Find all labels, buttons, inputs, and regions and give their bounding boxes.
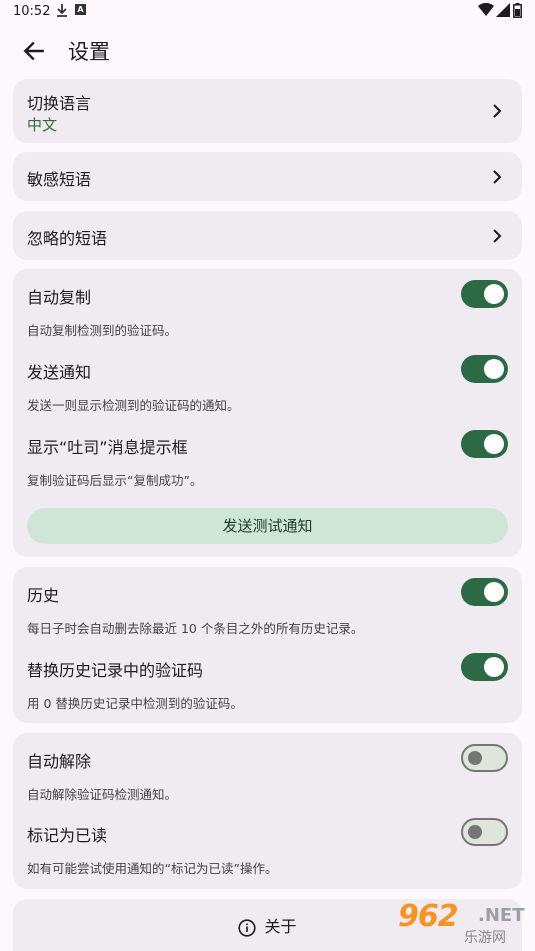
auto-copy-switch[interactable] (461, 280, 508, 308)
about-label: 关于 (264, 917, 297, 936)
show-toast-title: 显示“吐司”消息提示框 (27, 438, 188, 457)
chevron-right-icon (493, 170, 502, 184)
watermark-number: 962 (398, 899, 459, 934)
watermark-text: 乐游网 (464, 930, 506, 946)
language-label: 切换语言 (27, 94, 92, 113)
download-icon (57, 4, 67, 17)
auto-dismiss-title: 自动解除 (27, 752, 92, 771)
sensitive-phrases-label: 敏感短语 (27, 170, 92, 189)
page-title: 设置 (68, 40, 110, 64)
history-switch[interactable] (461, 578, 508, 606)
auto-dismiss-desc: 自动解除验证码检测通知。 (27, 787, 178, 802)
sensitive-phrases-setting[interactable]: 敏感短语 (13, 152, 522, 201)
replace-code-switch[interactable] (461, 653, 508, 681)
dismiss-settings-group: 自动解除 自动解除验证码检测通知。 标记为已读 如有可能尝试使用通知的“标记为已… (13, 733, 522, 889)
mark-read-title: 标记为已读 (27, 826, 108, 845)
mark-read-switch[interactable] (461, 818, 508, 846)
history-settings-group: 历史 每日子时会自动删去除最近 10 个条目之外的所有历史记录。 替换历史记录中… (13, 567, 522, 723)
signal-icon (496, 3, 510, 17)
watermark-logo: 962 .NET 乐游网 (394, 899, 532, 947)
mark-read-desc: 如有可能尝试使用通知的“标记为已读”操作。 (27, 861, 278, 876)
wifi-icon (478, 3, 494, 16)
replace-code-desc: 用 0 替换历史记录中检测到的验证码。 (27, 696, 243, 711)
send-notification-switch[interactable] (461, 355, 508, 383)
auto-dismiss-switch[interactable] (461, 744, 508, 772)
show-toast-switch[interactable] (461, 430, 508, 458)
watermark-suffix: .NET (478, 905, 525, 926)
copy-settings-group: 自动复制 自动复制检测到的验证码。 发送通知 发送一则显示检测到的验证码的通知。… (13, 269, 522, 557)
info-icon (238, 918, 257, 937)
send-notification-desc: 发送一则显示检测到的验证码的通知。 (27, 398, 240, 413)
auto-copy-title: 自动复制 (27, 288, 92, 307)
language-value: 中文 (27, 116, 58, 134)
history-desc: 每日子时会自动删去除最近 10 个条目之外的所有历史记录。 (27, 621, 364, 636)
language-setting[interactable]: 切换语言 中文 (13, 79, 522, 143)
chevron-right-icon (493, 229, 502, 243)
ignored-phrases-setting[interactable]: 忽略的短语 (13, 211, 522, 260)
send-notification-title: 发送通知 (27, 363, 92, 382)
auto-copy-desc: 自动复制检测到的验证码。 (27, 323, 178, 338)
app-notification-icon: A (75, 4, 86, 15)
send-test-notification-button[interactable]: 发送测试通知 (27, 508, 508, 544)
battery-icon (513, 3, 522, 18)
status-bar: 10:52 A (0, 0, 535, 26)
replace-code-title: 替换历史记录中的验证码 (27, 661, 204, 680)
chevron-right-icon (493, 104, 502, 118)
show-toast-desc: 复制验证码后显示“复制成功”。 (27, 473, 203, 488)
ignored-phrases-label: 忽略的短语 (27, 229, 108, 248)
app-bar: 设置 (0, 26, 535, 76)
status-time: 10:52 (13, 4, 51, 19)
back-arrow-icon[interactable] (21, 38, 47, 64)
history-title: 历史 (27, 586, 60, 605)
